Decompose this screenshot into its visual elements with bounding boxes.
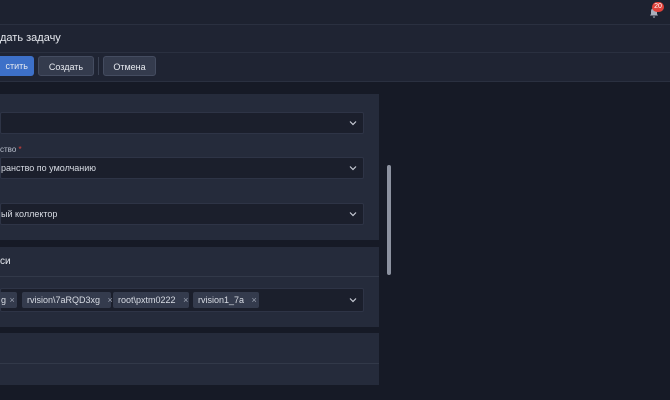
- tag-label: root\pxtm0222: [118, 295, 176, 305]
- chevron-down-icon: [349, 212, 357, 217]
- account-tag: g ×: [0, 292, 17, 308]
- chevron-down-icon: [349, 121, 357, 126]
- space-select[interactable]: ранство по умолчанию: [0, 157, 364, 179]
- required-mark: *: [18, 145, 22, 154]
- account-tag: root\pxtm0222 ×: [113, 292, 189, 308]
- collapsed-panel: [0, 333, 379, 385]
- scrollbar-thumb[interactable]: [387, 165, 391, 275]
- tag-remove-icon[interactable]: ×: [10, 295, 15, 305]
- cancel-button[interactable]: Отмена: [103, 56, 156, 76]
- panel-divider: [0, 363, 379, 364]
- tag-remove-icon[interactable]: ×: [252, 295, 257, 305]
- notification-count-badge: 20: [652, 2, 664, 12]
- create-button[interactable]: Создать: [38, 56, 94, 76]
- tag-label: g: [1, 295, 7, 305]
- page-title: дать задачу: [0, 32, 61, 44]
- account-tag: rvision\7aRQD3xg ×: [22, 292, 113, 308]
- toolbar-separator: [98, 57, 99, 75]
- toolbar: стить Создать Отмена: [0, 53, 670, 82]
- top-bar: 20: [0, 0, 670, 25]
- title-bar: дать задачу: [0, 25, 670, 53]
- accounts-section-header[interactable]: си: [0, 247, 379, 277]
- tag-remove-icon[interactable]: ×: [183, 295, 188, 305]
- field1-select[interactable]: [0, 112, 364, 134]
- chevron-down-icon: [349, 298, 357, 303]
- notifications-bell[interactable]: 20: [648, 2, 664, 20]
- section-divider: [0, 276, 379, 277]
- field2-label: ство *: [0, 145, 22, 154]
- accounts-multiselect[interactable]: g × rvision\7aRQD3xg × root\pxtm0222 × r…: [0, 288, 364, 312]
- account-tag: rvision1_7a ×: [193, 292, 259, 308]
- accounts-heading: си: [0, 256, 11, 267]
- space-value: ранство по умолчанию: [1, 163, 97, 173]
- tag-label: rvision1_7a: [198, 295, 245, 305]
- collector-value: ый коллектор: [1, 209, 58, 219]
- tag-label: rvision\7aRQD3xg: [27, 295, 101, 305]
- field2-label-text: ство: [0, 145, 17, 154]
- collector-select[interactable]: ый коллектор: [0, 203, 364, 225]
- run-button[interactable]: стить: [0, 56, 34, 76]
- chevron-down-icon: [349, 166, 357, 171]
